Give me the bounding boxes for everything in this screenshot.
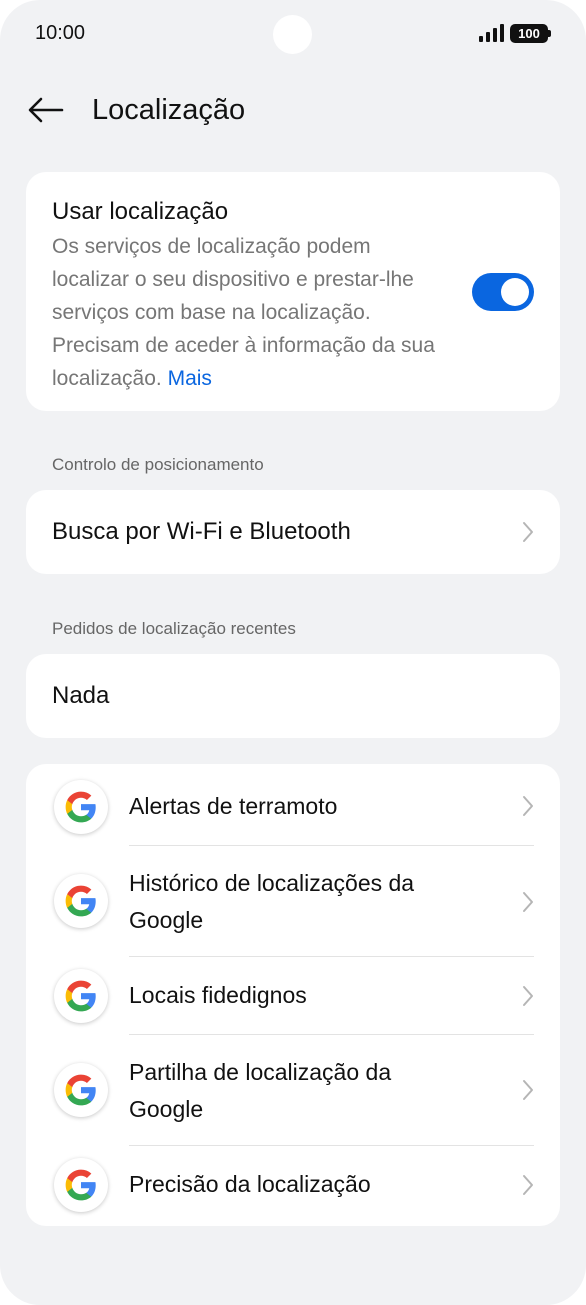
- camera-cutout: [273, 15, 312, 54]
- recent-requests-empty-label: Nada: [52, 682, 110, 709]
- google-g-icon: [54, 874, 108, 928]
- signal-icon: [479, 24, 504, 42]
- list-item-location-sharing[interactable]: Partilha de localização da Google: [26, 1035, 560, 1145]
- page-header: Localização: [0, 82, 586, 138]
- page-title: Localização: [92, 94, 246, 126]
- battery-icon: 100: [510, 24, 551, 43]
- list-item-location-accuracy[interactable]: Precisão da localização: [26, 1146, 560, 1226]
- google-g-icon: [54, 969, 108, 1023]
- google-g-icon: [54, 780, 108, 834]
- wifi-bluetooth-scan-label: Busca por Wi-Fi e Bluetooth: [52, 518, 351, 545]
- status-bar: 10:00 100: [0, 0, 586, 70]
- status-time: 10:00: [35, 22, 86, 44]
- location-accuracy-label: Precisão da localização: [129, 1171, 371, 1197]
- use-location-toggle[interactable]: [472, 273, 534, 311]
- back-button[interactable]: [24, 90, 68, 130]
- trusted-places-label: Locais fidedignos: [129, 982, 307, 1008]
- earthquake-alerts-label: Alertas de terramoto: [129, 793, 338, 819]
- phone-screen: 10:00 100 Localização Usar localização O…: [0, 0, 586, 1305]
- google-g-icon: [54, 1158, 108, 1212]
- battery-level: 100: [518, 26, 540, 41]
- use-location-card[interactable]: Usar localização Os serviços de localiza…: [26, 172, 560, 411]
- list-item-earthquake-alerts[interactable]: Alertas de terramoto: [26, 764, 560, 846]
- recent-requests-card: Nada: [26, 654, 560, 738]
- chevron-right-icon: [523, 522, 533, 542]
- list-item-location-history[interactable]: Histórico de localizações da Google: [26, 846, 560, 956]
- chevron-right-icon: [523, 1175, 533, 1195]
- google-g-icon: [54, 1063, 108, 1117]
- chevron-right-icon: [523, 986, 533, 1006]
- chevron-right-icon: [523, 1080, 533, 1100]
- use-location-description-text: Os serviços de localização podem localiz…: [52, 235, 435, 390]
- google-services-card: Alertas de terramoto Histórico de locali…: [26, 764, 560, 1226]
- more-link[interactable]: Mais: [168, 367, 212, 390]
- chevron-right-icon: [523, 892, 533, 912]
- use-location-title: Usar localização: [52, 198, 229, 225]
- section-label-positioning: Controlo de posicionamento: [52, 455, 264, 474]
- use-location-description: Os serviços de localização podem localiz…: [52, 230, 452, 395]
- list-item-trusted-places[interactable]: Locais fidedignos: [26, 957, 560, 1034]
- toggle-knob: [501, 278, 529, 306]
- location-sharing-label: Partilha de localização da Google: [129, 1059, 392, 1122]
- chevron-right-icon: [523, 796, 533, 816]
- wifi-bluetooth-scan-item[interactable]: Busca por Wi-Fi e Bluetooth: [26, 490, 560, 574]
- section-label-recent-requests: Pedidos de localização recentes: [52, 619, 296, 638]
- back-arrow-icon: [28, 97, 64, 123]
- location-history-label: Histórico de localizações da Google: [129, 870, 415, 933]
